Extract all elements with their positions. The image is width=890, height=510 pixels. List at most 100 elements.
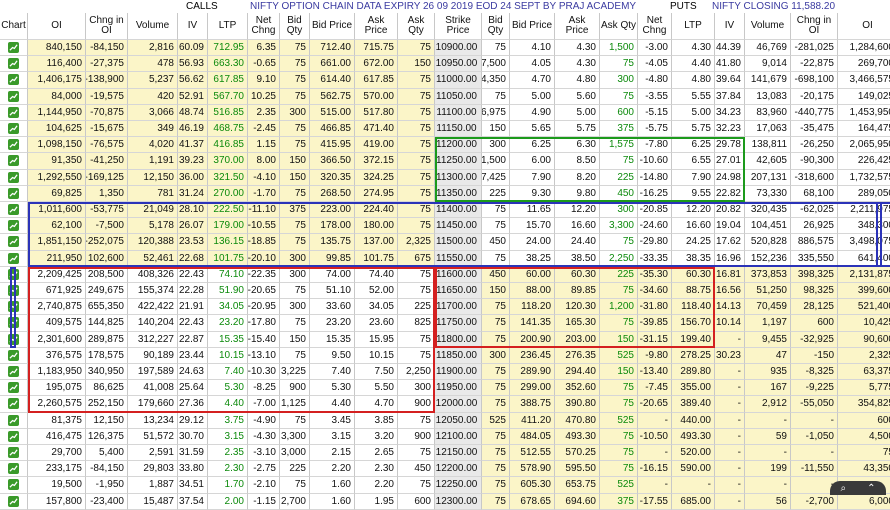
call-chart-button[interactable] <box>0 40 28 57</box>
chart-line-icon[interactable] <box>8 42 19 54</box>
put-data-cell: 75 <box>482 477 510 494</box>
call-chart-button[interactable] <box>0 299 28 316</box>
call-chart-button[interactable] <box>0 493 28 510</box>
call-chart-button[interactable] <box>0 250 28 267</box>
column-header[interactable]: Ask Price <box>555 13 600 40</box>
call-chart-button[interactable] <box>0 331 28 348</box>
column-header[interactable]: LTP <box>672 13 715 40</box>
chart-line-icon[interactable] <box>8 382 19 394</box>
strike-price-cell: 12300.00 <box>435 493 482 510</box>
chart-line-icon[interactable] <box>8 398 19 410</box>
call-data-cell: 2.30 <box>355 461 398 478</box>
put-data-cell: 164,475 <box>838 121 890 138</box>
column-header[interactable]: Volume <box>745 13 791 40</box>
put-data-cell: -4.05 <box>638 56 672 73</box>
call-chart-button[interactable] <box>0 266 28 283</box>
column-header[interactable]: LTP <box>208 13 248 40</box>
column-header[interactable]: Ask Price <box>355 13 398 40</box>
column-header[interactable]: Volume <box>128 13 178 40</box>
chevron-up-icon[interactable]: ⌃ <box>867 483 875 494</box>
put-data-cell: - <box>715 428 745 445</box>
chart-line-icon[interactable] <box>8 171 19 183</box>
chart-line-icon[interactable] <box>8 463 19 475</box>
chart-line-icon[interactable] <box>8 447 19 459</box>
chart-line-icon[interactable] <box>8 317 19 329</box>
chart-line-icon[interactable] <box>8 252 19 264</box>
call-chart-button[interactable] <box>0 56 28 73</box>
strike-price-cell: 12250.00 <box>435 477 482 494</box>
chart-line-icon[interactable] <box>8 495 19 507</box>
chart-line-icon[interactable] <box>8 236 19 248</box>
chart-line-icon[interactable] <box>8 333 19 345</box>
call-chart-button[interactable] <box>0 364 28 381</box>
put-data-cell: 493.30 <box>555 428 600 445</box>
column-header[interactable]: Strike Price <box>435 13 482 40</box>
chart-line-icon[interactable] <box>8 479 19 491</box>
chart-line-icon[interactable] <box>8 285 19 297</box>
call-chart-button[interactable] <box>0 88 28 105</box>
chart-line-icon[interactable] <box>8 90 19 102</box>
column-header[interactable]: OI <box>28 13 86 40</box>
call-chart-button[interactable] <box>0 185 28 202</box>
call-chart-button[interactable] <box>0 283 28 300</box>
column-header[interactable]: Chart <box>0 13 28 40</box>
put-data-cell: 1,732,575 <box>838 169 890 186</box>
call-data-cell: 366.50 <box>310 153 355 170</box>
column-header[interactable]: Net Chng <box>248 13 280 40</box>
call-data-cell: 75 <box>280 88 310 105</box>
chart-line-icon[interactable] <box>8 106 19 118</box>
column-header[interactable]: Ask Qty <box>600 13 638 40</box>
column-header[interactable]: IV <box>715 13 745 40</box>
call-chart-button[interactable] <box>0 428 28 445</box>
call-chart-button[interactable] <box>0 412 28 429</box>
corner-controls[interactable]: ⌕ ⌃ <box>830 481 886 495</box>
call-chart-button[interactable] <box>0 137 28 154</box>
chart-line-icon[interactable] <box>8 139 19 151</box>
column-header[interactable]: Bid Price <box>510 13 555 40</box>
call-chart-button[interactable] <box>0 477 28 494</box>
chart-line-icon[interactable] <box>8 187 19 199</box>
column-header[interactable]: OI <box>838 13 890 40</box>
chart-line-icon[interactable] <box>8 268 19 280</box>
call-chart-button[interactable] <box>0 347 28 364</box>
column-header[interactable]: Chng in OI <box>86 13 128 40</box>
chart-line-icon[interactable] <box>8 414 19 426</box>
chart-line-icon[interactable] <box>8 155 19 167</box>
call-chart-button[interactable] <box>0 396 28 413</box>
call-chart-button[interactable] <box>0 169 28 186</box>
search-icon[interactable]: ⌕ <box>841 483 847 494</box>
chart-line-icon[interactable] <box>8 220 19 232</box>
chart-line-icon[interactable] <box>8 123 19 135</box>
put-data-cell: - <box>715 461 745 478</box>
column-header[interactable]: Bid Price <box>310 13 355 40</box>
chart-line-icon[interactable] <box>8 349 19 361</box>
call-data-cell: 101.75 <box>208 250 248 267</box>
call-chart-button[interactable] <box>0 234 28 251</box>
chart-line-icon[interactable] <box>8 430 19 442</box>
call-chart-button[interactable] <box>0 72 28 89</box>
chart-line-icon[interactable] <box>8 58 19 70</box>
chart-line-icon[interactable] <box>8 301 19 313</box>
column-header[interactable]: Net Chng <box>638 13 672 40</box>
call-chart-button[interactable] <box>0 104 28 121</box>
call-chart-button[interactable] <box>0 445 28 462</box>
column-header[interactable]: Bid Qty <box>280 13 310 40</box>
chart-line-icon[interactable] <box>8 204 19 216</box>
call-data-cell: -20.10 <box>248 250 280 267</box>
call-chart-button[interactable] <box>0 121 28 138</box>
chart-line-icon[interactable] <box>8 74 19 86</box>
call-chart-button[interactable] <box>0 218 28 235</box>
column-header[interactable]: Chng in OI <box>791 13 838 40</box>
call-chart-button[interactable] <box>0 153 28 170</box>
call-chart-button[interactable] <box>0 315 28 332</box>
call-data-cell: 75 <box>280 412 310 429</box>
column-header[interactable]: IV <box>178 13 208 40</box>
call-chart-button[interactable] <box>0 202 28 219</box>
column-header[interactable]: Bid Qty <box>482 13 510 40</box>
call-chart-button[interactable] <box>0 380 28 397</box>
call-data-cell: 29.12 <box>178 412 208 429</box>
chart-line-icon[interactable] <box>8 366 19 378</box>
column-header[interactable]: Ask Qty <box>398 13 435 40</box>
call-chart-button[interactable] <box>0 461 28 478</box>
call-data-cell: 52,461 <box>128 250 178 267</box>
